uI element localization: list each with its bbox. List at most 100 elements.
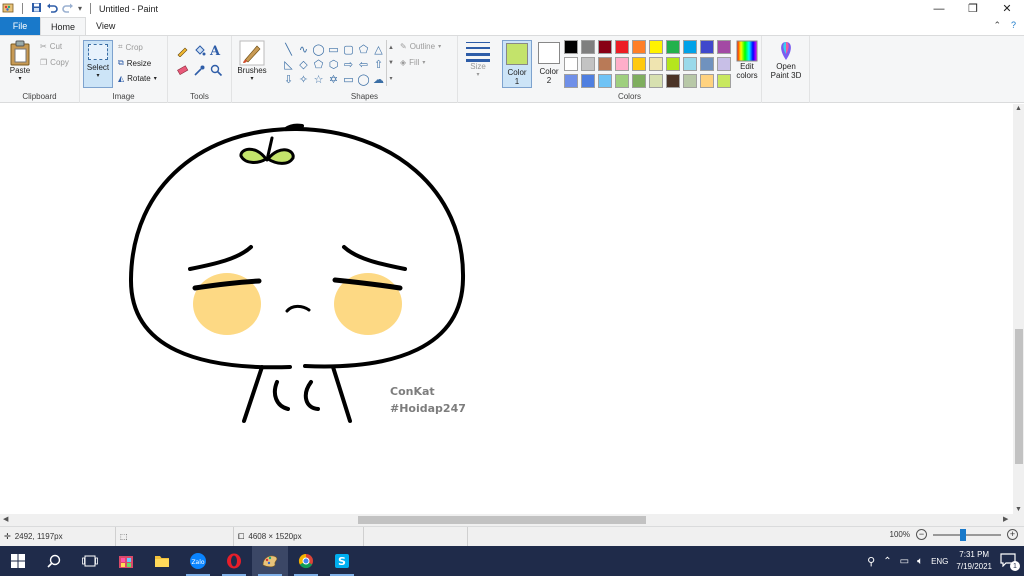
line-shape-icon[interactable]: ╲: [281, 42, 296, 57]
zalo-app-icon[interactable]: Zalo: [180, 546, 216, 576]
battery-icon[interactable]: ▭: [900, 556, 909, 567]
rectangle-shape-icon[interactable]: ▭: [326, 42, 341, 57]
zoom-in-icon[interactable]: +: [1007, 529, 1018, 540]
curve-shape-icon[interactable]: ∿: [296, 42, 311, 57]
horizontal-scroll-thumb[interactable]: [358, 516, 646, 524]
rect-callout-shape-icon[interactable]: ▭: [341, 72, 356, 87]
crop-button[interactable]: ⌗ Crop: [118, 42, 143, 52]
rounded-rectangle-shape-icon[interactable]: ▢: [341, 42, 356, 57]
palette-swatch[interactable]: [615, 57, 629, 71]
palette-swatch[interactable]: [564, 57, 578, 71]
palette-swatch[interactable]: [615, 74, 629, 88]
save-icon[interactable]: [31, 2, 42, 15]
action-center-icon[interactable]: 1: [1000, 553, 1020, 571]
hexagon-shape-icon[interactable]: ⬡: [326, 57, 341, 72]
text-tool-icon[interactable]: A: [210, 44, 227, 64]
scroll-down-icon[interactable]: ▼: [388, 60, 394, 66]
triangle-shape-icon[interactable]: △: [371, 42, 386, 57]
clock[interactable]: 7:31 PM 7/19/2021: [956, 549, 992, 573]
palette-swatch[interactable]: [700, 74, 714, 88]
restore-button[interactable]: ❐: [956, 0, 990, 17]
undo-icon[interactable]: [46, 2, 58, 15]
select-dropdown-icon[interactable]: ▾: [96, 72, 99, 79]
cloud-callout-shape-icon[interactable]: ☁: [371, 72, 386, 87]
skype-app-icon[interactable]: S: [324, 546, 360, 576]
task-view-icon[interactable]: [72, 546, 108, 576]
minimize-button[interactable]: —: [922, 0, 956, 17]
palette-swatch[interactable]: [632, 57, 646, 71]
palette-swatch[interactable]: [700, 57, 714, 71]
close-button[interactable]: ✕: [990, 0, 1024, 17]
six-point-star-shape-icon[interactable]: ✡: [326, 72, 341, 87]
palette-swatch[interactable]: [666, 40, 680, 54]
paint-app-icon[interactable]: [2, 2, 14, 16]
help-icon[interactable]: ?: [1011, 20, 1016, 31]
palette-swatch[interactable]: [564, 74, 578, 88]
scroll-up-icon[interactable]: ▲: [388, 45, 394, 51]
polygon-shape-icon[interactable]: ⬠: [356, 42, 371, 57]
tab-file[interactable]: File: [0, 17, 40, 35]
palette-swatch[interactable]: [632, 74, 646, 88]
palette-swatch[interactable]: [564, 40, 578, 54]
scroll-left-arrow-icon[interactable]: ◀: [3, 515, 8, 523]
paste-dropdown-icon[interactable]: ▾: [18, 75, 21, 82]
input-language[interactable]: ENG: [931, 557, 948, 566]
palette-swatch[interactable]: [581, 40, 595, 54]
zoom-out-icon[interactable]: −: [916, 529, 927, 540]
cut-button[interactable]: ✂ Cut: [40, 42, 62, 51]
left-arrow-shape-icon[interactable]: ⇦: [356, 57, 371, 72]
redo-icon[interactable]: [62, 2, 74, 15]
scroll-down-arrow-icon[interactable]: ▼: [1015, 506, 1022, 513]
fill-bucket-icon[interactable]: [193, 44, 210, 64]
scroll-up-arrow-icon[interactable]: ▲: [1015, 105, 1022, 112]
tab-view[interactable]: View: [86, 17, 125, 35]
fill-button[interactable]: ◈ Fill ▾: [400, 58, 425, 67]
diamond-shape-icon[interactable]: ◇: [296, 57, 311, 72]
palette-swatch[interactable]: [666, 57, 680, 71]
palette-swatch[interactable]: [717, 40, 731, 54]
palette-swatch[interactable]: [717, 57, 731, 71]
right-arrow-shape-icon[interactable]: ⇨: [341, 57, 356, 72]
size-button[interactable]: Size ▾: [463, 40, 493, 78]
tab-home[interactable]: Home: [40, 17, 87, 35]
palette-swatch[interactable]: [632, 40, 646, 54]
horizontal-scrollbar[interactable]: ◀ ▶: [0, 514, 1024, 526]
palette-swatch[interactable]: [581, 57, 595, 71]
brushes-button[interactable]: Brushes ▾: [235, 40, 269, 82]
color2-button[interactable]: Color 2: [534, 40, 564, 88]
pentagon-shape-icon[interactable]: ⬠: [311, 57, 326, 72]
resize-button[interactable]: ⧉ Resize: [118, 58, 151, 68]
app-icon-store[interactable]: [108, 546, 144, 576]
edit-colors-button[interactable]: Edit colors: [732, 40, 762, 80]
outline-button[interactable]: ✎ Outline ▾: [400, 42, 441, 51]
search-icon[interactable]: [36, 546, 72, 576]
right-triangle-shape-icon[interactable]: ◺: [281, 57, 296, 72]
palette-swatch[interactable]: [666, 74, 680, 88]
start-button[interactable]: [0, 546, 36, 576]
zoom-slider-thumb[interactable]: [960, 528, 967, 541]
palette-swatch[interactable]: [598, 74, 612, 88]
oval-callout-shape-icon[interactable]: ◯: [356, 72, 371, 87]
up-arrow-shape-icon[interactable]: ⇧: [371, 57, 386, 72]
down-arrow-shape-icon[interactable]: ⇩: [281, 72, 296, 87]
vertical-scrollbar[interactable]: ▲ ▼: [1013, 104, 1024, 514]
copy-button[interactable]: ❐ Copy: [40, 58, 69, 67]
chrome-browser-icon[interactable]: [288, 546, 324, 576]
file-explorer-icon[interactable]: [144, 546, 180, 576]
color1-button[interactable]: Color 1: [502, 40, 532, 88]
paint-taskbar-icon[interactable]: [252, 546, 288, 576]
vertical-scroll-thumb[interactable]: [1015, 329, 1023, 464]
drawing-canvas[interactable]: ConKat #Hoidap247: [0, 104, 1013, 514]
palette-swatch[interactable]: [649, 40, 663, 54]
palette-swatch[interactable]: [598, 40, 612, 54]
palette-swatch[interactable]: [598, 57, 612, 71]
color-picker-icon[interactable]: [193, 64, 210, 84]
pencil-icon[interactable]: [176, 44, 193, 64]
zoom-slider[interactable]: [933, 528, 1001, 541]
eraser-icon[interactable]: [176, 64, 193, 84]
palette-swatch[interactable]: [683, 40, 697, 54]
palette-swatch[interactable]: [700, 40, 714, 54]
people-icon[interactable]: ⚲: [867, 555, 875, 568]
show-hidden-icons-icon[interactable]: ⌃: [883, 556, 891, 567]
brushes-dropdown-icon[interactable]: ▾: [250, 75, 253, 82]
